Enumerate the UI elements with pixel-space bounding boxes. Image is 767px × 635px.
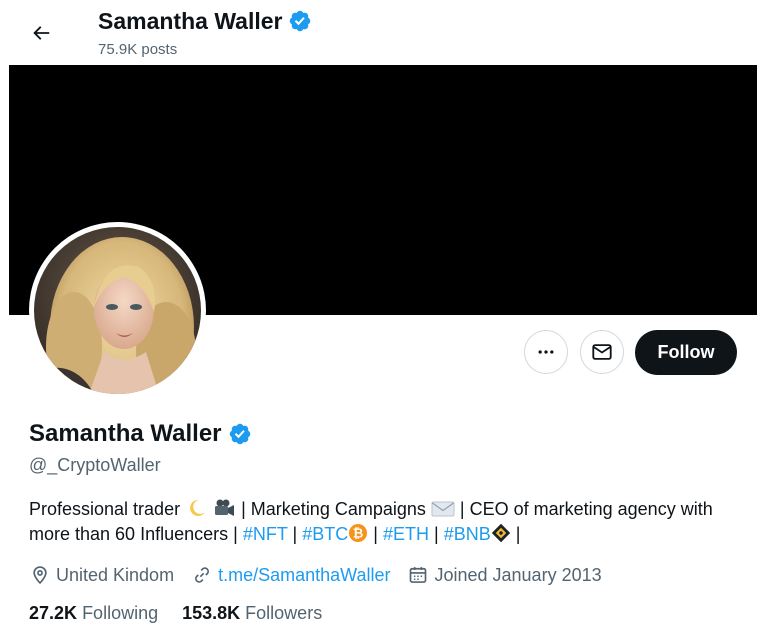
joined-text: Joined January 2013 bbox=[434, 564, 602, 585]
avatar-ring bbox=[29, 222, 206, 399]
following-label: Following bbox=[82, 603, 159, 623]
mail-icon bbox=[592, 344, 612, 360]
calendar-icon bbox=[410, 567, 427, 583]
post-count: 75.9K posts bbox=[98, 41, 178, 58]
following-link[interactable]: 27.2K Following bbox=[29, 603, 158, 624]
more-button[interactable] bbox=[524, 330, 568, 374]
joined-item: Joined January 2013 bbox=[408, 564, 602, 586]
location-icon bbox=[33, 566, 47, 585]
movie-camera-icon bbox=[215, 499, 235, 516]
bitcoin-icon: ₿ bbox=[349, 524, 368, 542]
back-button[interactable] bbox=[22, 14, 60, 52]
hashtag-nft[interactable]: #NFT bbox=[243, 524, 288, 544]
bio-separator: | bbox=[292, 524, 298, 544]
profile-name-text: Samantha Waller bbox=[29, 420, 222, 447]
website-link[interactable]: t.me/SamanthaWaller bbox=[218, 565, 390, 586]
top-bar: Samantha Waller 75.9K posts bbox=[0, 0, 767, 65]
following-count: 27.2K bbox=[29, 603, 78, 623]
bio-separator: | bbox=[515, 524, 521, 544]
verified-badge-icon[interactable] bbox=[228, 422, 252, 446]
bio-separator: | bbox=[433, 524, 439, 544]
followers-link[interactable]: 153.8K Followers bbox=[182, 603, 322, 624]
profile-stats: 27.2K Following 153.8K Followers bbox=[29, 603, 346, 624]
bio-separator: | bbox=[373, 524, 378, 544]
follow-button[interactable]: Follow bbox=[635, 330, 737, 375]
header-name: Samantha Waller bbox=[98, 7, 312, 35]
verified-badge-icon bbox=[290, 10, 311, 32]
back-arrow-icon bbox=[33, 26, 50, 40]
bnb-icon bbox=[491, 523, 510, 543]
more-icon bbox=[538, 350, 554, 354]
profile-name: Samantha Waller bbox=[29, 420, 252, 448]
hashtag-btc[interactable]: #BTC bbox=[302, 524, 348, 544]
hashtag-bnb[interactable]: #BNB bbox=[444, 524, 491, 544]
avatar[interactable] bbox=[34, 227, 201, 394]
header-name-text: Samantha Waller bbox=[98, 8, 283, 34]
profile-bio: Professional trader | Marketing Campaign… bbox=[29, 497, 739, 547]
message-button[interactable] bbox=[580, 330, 624, 374]
bio-text-1: Professional trader bbox=[29, 499, 181, 519]
crescent-moon-icon bbox=[190, 499, 206, 516]
location-text: United Kindom bbox=[56, 564, 175, 585]
link-icon bbox=[195, 567, 210, 583]
profile-meta: United Kindom t.me/SamanthaWaller Joined… bbox=[30, 563, 620, 587]
followers-count: 153.8K bbox=[182, 603, 241, 623]
website-item: t.me/SamanthaWaller bbox=[192, 565, 390, 586]
hashtag-eth[interactable]: #ETH bbox=[383, 524, 429, 544]
bio-text-2: | Marketing Campaigns bbox=[241, 499, 426, 519]
location-item: United Kindom bbox=[30, 565, 174, 586]
profile-handle: @_CryptoWaller bbox=[29, 455, 161, 475]
followers-label: Followers bbox=[245, 603, 323, 623]
avatar-image bbox=[34, 227, 201, 394]
svg-text:₿: ₿ bbox=[353, 527, 364, 542]
envelope-icon bbox=[431, 501, 455, 517]
